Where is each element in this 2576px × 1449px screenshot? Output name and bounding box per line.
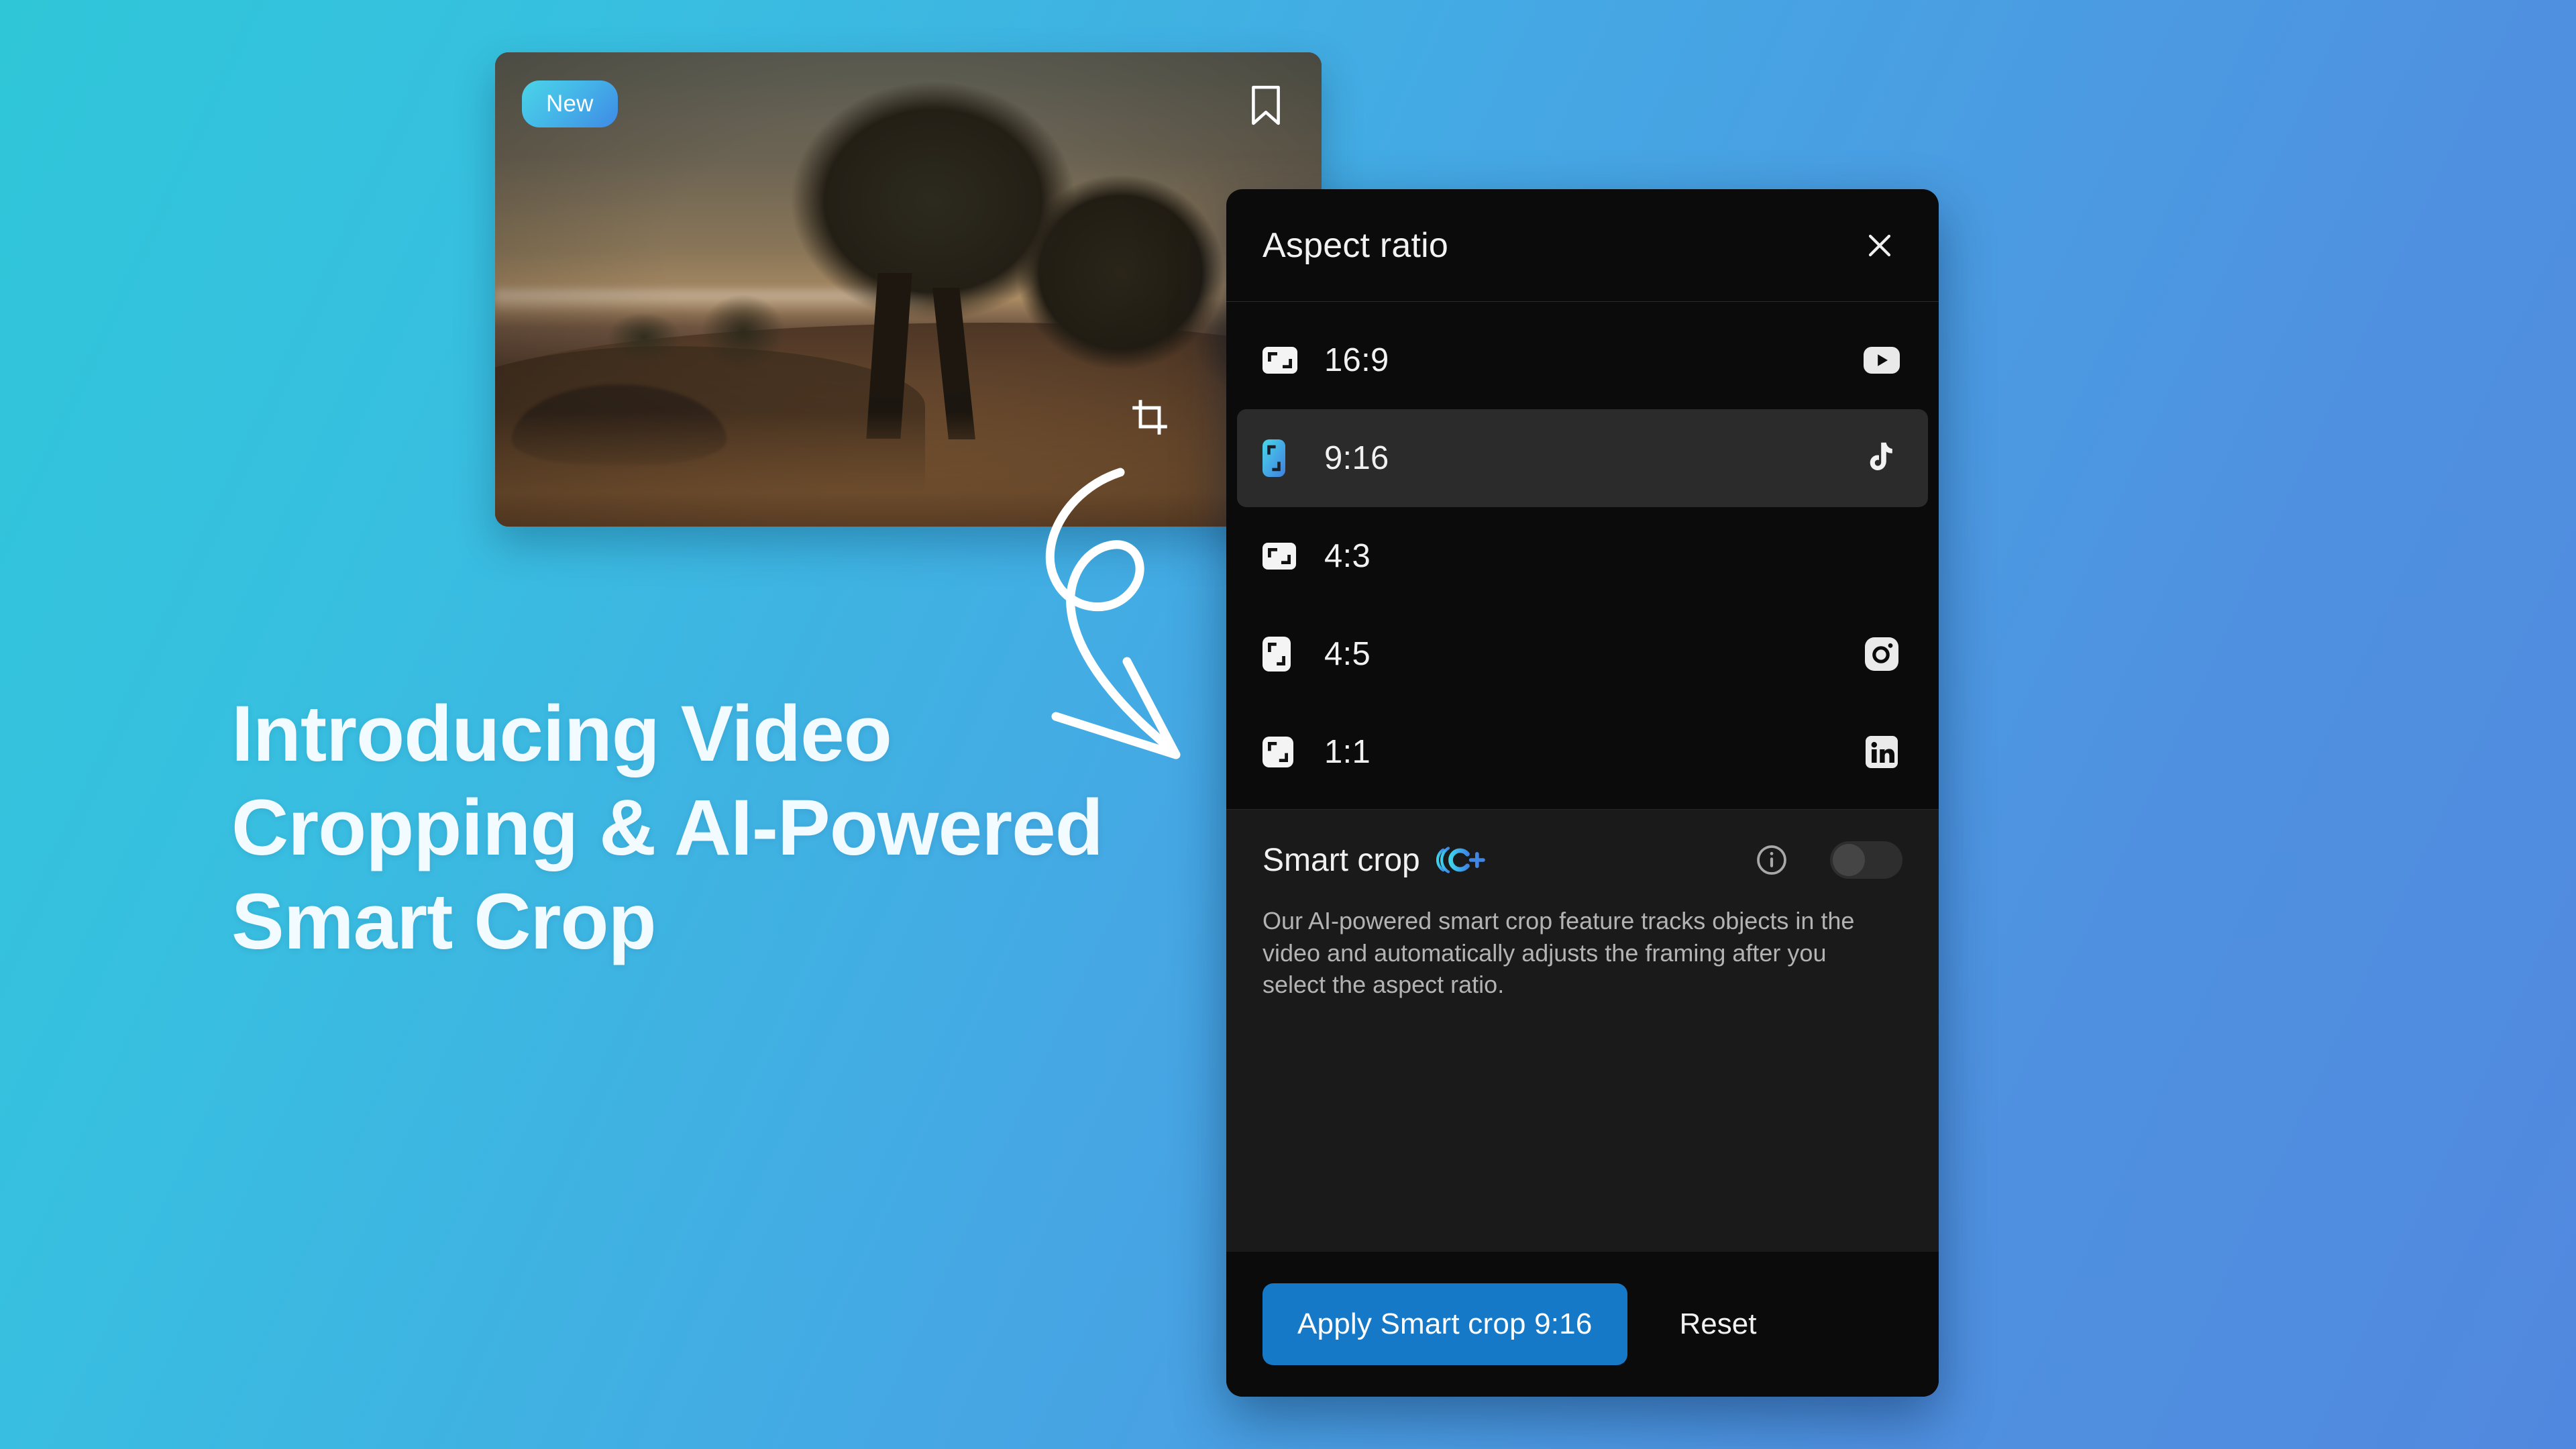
aspect-landscape-icon bbox=[1263, 543, 1300, 570]
info-icon[interactable] bbox=[1751, 839, 1792, 881]
crop-icon[interactable] bbox=[1131, 398, 1169, 439]
ratio-option-4-3[interactable]: 4:3 bbox=[1237, 507, 1928, 605]
dialog-footer: Apply Smart crop 9:16 Reset bbox=[1226, 1252, 1939, 1397]
youtube-icon bbox=[1861, 347, 1902, 374]
close-icon[interactable] bbox=[1858, 224, 1901, 267]
page-title: Introducing Video Cropping & AI-Powered … bbox=[231, 694, 1238, 976]
ratio-label: 4:5 bbox=[1324, 636, 1371, 672]
c-plus-badge-icon bbox=[1436, 844, 1487, 876]
smart-crop-toggle[interactable] bbox=[1830, 841, 1902, 879]
smart-crop-section: Smart crop Our AI-powered smart crop fea… bbox=[1226, 809, 1939, 1252]
new-badge: New bbox=[522, 80, 618, 127]
bookmark-icon[interactable] bbox=[1249, 85, 1283, 129]
aspect-portrait-icon bbox=[1263, 637, 1300, 672]
ratio-option-9-16[interactable]: 9:16 bbox=[1237, 409, 1928, 507]
ratio-label: 1:1 bbox=[1324, 734, 1371, 770]
aspect-ratio-list: 16:9 9:16 4:3 4:5 1:1 bbox=[1226, 302, 1939, 809]
instagram-icon bbox=[1861, 637, 1902, 671]
smart-crop-header: Smart crop bbox=[1263, 839, 1902, 881]
smart-crop-title: Smart crop bbox=[1263, 842, 1420, 878]
ratio-label: 4:3 bbox=[1324, 538, 1371, 574]
thumbnail-vignette bbox=[495, 52, 1322, 527]
video-preview-card[interactable]: New bbox=[495, 52, 1322, 527]
headline-line-1: Introducing Video bbox=[231, 690, 892, 778]
headline-line-3: Smart Crop bbox=[231, 877, 657, 966]
aspect-landscape-icon bbox=[1263, 347, 1300, 374]
smart-crop-description: Our AI-powered smart crop feature tracks… bbox=[1263, 907, 1855, 999]
aspect-ratio-dialog: Aspect ratio 16:9 9:16 4:3 4:5 1:1 Smart… bbox=[1226, 189, 1939, 1397]
ratio-option-16-9[interactable]: 16:9 bbox=[1237, 311, 1928, 409]
tiktok-icon bbox=[1861, 441, 1902, 476]
dialog-title: Aspect ratio bbox=[1263, 225, 1448, 265]
dialog-header: Aspect ratio bbox=[1226, 189, 1939, 302]
reset-button[interactable]: Reset bbox=[1657, 1283, 1780, 1365]
aspect-portrait-icon bbox=[1263, 439, 1300, 477]
ratio-option-4-5[interactable]: 4:5 bbox=[1237, 605, 1928, 703]
ratio-label: 16:9 bbox=[1324, 342, 1389, 378]
headline-line-2: Cropping & AI-Powered bbox=[231, 784, 1104, 872]
ratio-label: 9:16 bbox=[1324, 440, 1389, 476]
linkedin-icon bbox=[1861, 736, 1902, 768]
aspect-square-icon bbox=[1263, 737, 1300, 767]
ratio-option-1-1[interactable]: 1:1 bbox=[1237, 703, 1928, 801]
toggle-knob bbox=[1833, 844, 1865, 876]
apply-smart-crop-button[interactable]: Apply Smart crop 9:16 bbox=[1263, 1283, 1627, 1365]
